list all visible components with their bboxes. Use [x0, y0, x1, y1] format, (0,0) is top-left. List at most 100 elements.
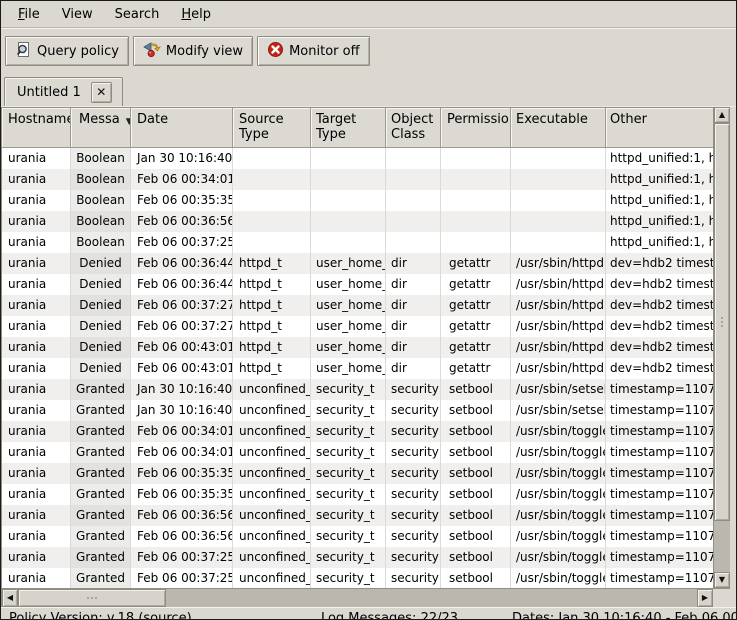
- cell-hostname: urania: [2, 232, 71, 253]
- table-row[interactable]: uraniaGrantedFeb 06 00:35:35unconfined_s…: [2, 484, 713, 505]
- cell-hostname: urania: [2, 274, 71, 295]
- cell-executable: /usr/sbin/toggle: [511, 442, 606, 463]
- column-header-source-type[interactable]: Source Type: [233, 108, 311, 148]
- menu-view[interactable]: View: [51, 4, 104, 25]
- scroll-left-icon[interactable]: ◀: [2, 589, 18, 607]
- cell-executable: /usr/sbin/toggle: [511, 505, 606, 526]
- table-row[interactable]: uraniaBooleanJan 30 10:16:40httpd_unifie…: [2, 148, 713, 169]
- table-row[interactable]: uraniaGrantedJan 30 10:16:40unconfined_s…: [2, 400, 713, 421]
- table-row[interactable]: uraniaGrantedFeb 06 00:37:25unconfined_s…: [2, 547, 713, 568]
- cell-hostname: urania: [2, 316, 71, 337]
- table-row[interactable]: uraniaGrantedFeb 06 00:36:56unconfined_s…: [2, 505, 713, 526]
- cell-executable: [511, 232, 606, 253]
- table-row[interactable]: uraniaDeniedFeb 06 00:43:01httpd_tuser_h…: [2, 337, 713, 358]
- cell-date: Feb 06 00:35:35: [131, 463, 233, 484]
- tab-label: Untitled 1: [17, 85, 81, 100]
- table-row[interactable]: uraniaGrantedFeb 06 00:35:35unconfined_s…: [2, 463, 713, 484]
- cell-date: Feb 06 00:37:27: [131, 316, 233, 337]
- cell-message: Granted: [71, 505, 131, 526]
- column-header-date[interactable]: Date: [131, 108, 233, 148]
- cell-executable: [511, 148, 606, 169]
- cell-other: timestamp=11071: [606, 379, 713, 400]
- modify-view-button[interactable]: Modify view: [133, 36, 253, 66]
- query-policy-icon: [15, 41, 32, 62]
- table-row[interactable]: uraniaGrantedFeb 06 00:37:25unconfined_s…: [2, 568, 713, 588]
- cell-object-class: [386, 211, 441, 232]
- column-header-message[interactable]: Messa ▼: [71, 108, 131, 148]
- cell-source-type: httpd_t: [233, 316, 311, 337]
- cell-source-type: httpd_t: [233, 274, 311, 295]
- cell-object-class: security: [386, 379, 441, 400]
- cell-hostname: urania: [2, 568, 71, 588]
- table-row[interactable]: uraniaGrantedFeb 06 00:34:01unconfined_s…: [2, 421, 713, 442]
- cell-date: Feb 06 00:43:01: [131, 337, 233, 358]
- cell-executable: /usr/sbin/toggle: [511, 526, 606, 547]
- horizontal-scrollbar-thumb[interactable]: [18, 589, 166, 607]
- cell-source-type: [233, 232, 311, 253]
- vertical-scrollbar-thumb[interactable]: [714, 123, 730, 521]
- cell-permission: [441, 190, 511, 211]
- cell-date: Feb 06 00:36:44: [131, 274, 233, 295]
- cell-source-type: [233, 211, 311, 232]
- toolbar: Query policy Modify view Monitor off: [1, 28, 736, 74]
- table-row[interactable]: uraniaBooleanFeb 06 00:34:01httpd_unifie…: [2, 169, 713, 190]
- cell-permission: setbool: [441, 379, 511, 400]
- scroll-right-icon[interactable]: ▶: [697, 589, 713, 607]
- table-row[interactable]: uraniaDeniedFeb 06 00:36:44httpd_tuser_h…: [2, 274, 713, 295]
- cell-source-type: httpd_t: [233, 337, 311, 358]
- cell-executable: /usr/sbin/setseb: [511, 400, 606, 421]
- column-header-target-type[interactable]: Target Type: [311, 108, 386, 148]
- vertical-scrollbar[interactable]: ▲ ▼: [713, 107, 730, 588]
- cell-permission: [441, 232, 511, 253]
- cell-other: dev=hdb2 timesta: [606, 337, 713, 358]
- cell-message: Boolean: [71, 211, 131, 232]
- column-header-other[interactable]: Other: [606, 108, 713, 148]
- column-header-permission[interactable]: Permission: [441, 108, 511, 148]
- table-row[interactable]: uraniaDeniedFeb 06 00:43:01httpd_tuser_h…: [2, 358, 713, 379]
- modify-view-label: Modify view: [166, 44, 243, 59]
- cell-target-type: security_t: [311, 484, 386, 505]
- cell-object-class: security: [386, 421, 441, 442]
- table-row[interactable]: uraniaBooleanFeb 06 00:37:25httpd_unifie…: [2, 232, 713, 253]
- cell-target-type: security_t: [311, 421, 386, 442]
- query-policy-button[interactable]: Query policy: [5, 36, 129, 66]
- cell-date: Feb 06 00:36:56: [131, 505, 233, 526]
- tab-untitled-1[interactable]: Untitled 1 ✕: [4, 77, 123, 106]
- cell-executable: /usr/sbin/httpd: [511, 253, 606, 274]
- table-row[interactable]: uraniaDeniedFeb 06 00:37:27httpd_tuser_h…: [2, 316, 713, 337]
- cell-date: Jan 30 10:16:40: [131, 400, 233, 421]
- cell-object-class: [386, 232, 441, 253]
- cell-other: dev=hdb2 timesta: [606, 316, 713, 337]
- cell-source-type: [233, 148, 311, 169]
- log-table-body: uraniaBooleanJan 30 10:16:40httpd_unifie…: [2, 148, 713, 588]
- monitor-off-icon: [267, 41, 284, 62]
- table-row[interactable]: uraniaGrantedFeb 06 00:36:56unconfined_s…: [2, 526, 713, 547]
- horizontal-scrollbar-trough[interactable]: [166, 589, 697, 607]
- cell-message: Denied: [71, 295, 131, 316]
- menu-file[interactable]: File: [7, 4, 51, 25]
- table-row[interactable]: uraniaDeniedFeb 06 00:37:27httpd_tuser_h…: [2, 295, 713, 316]
- cell-message: Boolean: [71, 169, 131, 190]
- cell-hostname: urania: [2, 169, 71, 190]
- tab-close-icon[interactable]: ✕: [91, 82, 112, 103]
- cell-source-type: httpd_t: [233, 358, 311, 379]
- table-row[interactable]: uraniaBooleanFeb 06 00:36:56httpd_unifie…: [2, 211, 713, 232]
- column-header-object-class[interactable]: Object Class: [386, 108, 441, 148]
- table-row[interactable]: uraniaBooleanFeb 06 00:35:35httpd_unifie…: [2, 190, 713, 211]
- table-row[interactable]: uraniaGrantedJan 30 10:16:40unconfined_s…: [2, 379, 713, 400]
- monitor-off-label: Monitor off: [289, 44, 359, 59]
- horizontal-scrollbar[interactable]: ◀ ▶: [2, 588, 713, 607]
- table-row[interactable]: uraniaDeniedFeb 06 00:36:44httpd_tuser_h…: [2, 253, 713, 274]
- column-header-executable[interactable]: Executable: [511, 108, 606, 148]
- table-header-row: Hostname Messa ▼ Date Source Type Target…: [2, 107, 713, 148]
- vertical-scrollbar-trough[interactable]: [714, 521, 730, 572]
- column-header-hostname[interactable]: Hostname: [2, 108, 71, 148]
- scroll-down-icon[interactable]: ▼: [714, 572, 730, 588]
- table-row[interactable]: uraniaGrantedFeb 06 00:34:01unconfined_s…: [2, 442, 713, 463]
- scroll-up-icon[interactable]: ▲: [714, 107, 730, 123]
- menu-search[interactable]: Search: [104, 4, 171, 25]
- cell-permission: setbool: [441, 463, 511, 484]
- menu-help[interactable]: Help: [170, 4, 222, 25]
- tab-bar: Untitled 1 ✕: [1, 74, 736, 107]
- monitor-off-button[interactable]: Monitor off: [257, 36, 369, 66]
